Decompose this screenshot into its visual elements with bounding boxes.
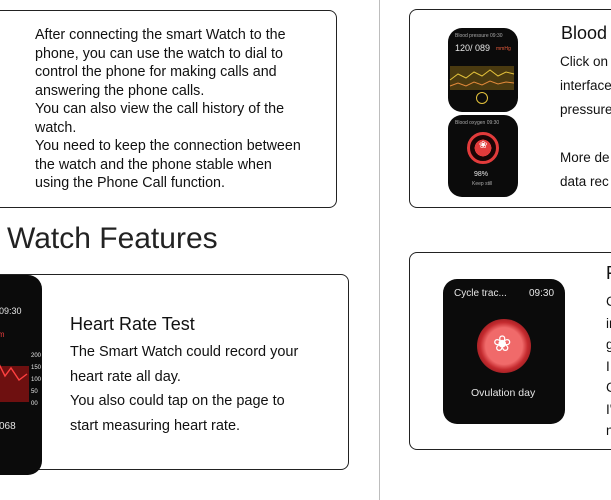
text-line: You can also view the call history of th…: [35, 101, 285, 117]
text-line: answering the phone calls.: [35, 82, 205, 99]
text-line: g: [606, 337, 611, 352]
blood-pressure-watch-image: Blood pressure 09:30 120/ 089 mmHg: [448, 28, 518, 112]
watch-label: Blood pressure 09:30: [455, 33, 503, 39]
text-line: The Smart Watch could record your: [70, 344, 299, 360]
text-line: [560, 122, 611, 146]
blood-title: Blood: [561, 23, 608, 43]
text-line: Click on: [560, 54, 609, 69]
heart-rate-description: The Smart Watch could record your heart …: [70, 340, 298, 438]
heart-rate-reading: 068: [0, 421, 16, 432]
text-line: I': [606, 401, 611, 417]
text-line: interface: [560, 78, 611, 93]
cycle-title: F: [606, 263, 611, 284]
pressure-unit: mmHg: [496, 46, 511, 52]
text-line: You need to keep the connection between: [35, 138, 301, 154]
page-divider: [379, 0, 380, 500]
text-line: pressure: [560, 102, 611, 117]
heart-rate-box: 09:30 bpm 200 150 100 50 00 ♥ 068 Heart …: [0, 274, 349, 475]
section-heading: Watch Features: [7, 222, 218, 255]
refresh-icon: [476, 92, 488, 104]
cycle-description: C in g I C I' n: [606, 291, 611, 442]
text-line: the watch and the phone stable when: [35, 156, 272, 173]
drop-icon: ❀: [479, 140, 488, 151]
cycle-status: Ovulation day: [471, 387, 536, 399]
text-line: After connecting the smart Watch to the: [35, 27, 286, 43]
blood-oxygen-watch-image: Blood oxygen 09:30 ❀ 98% Keep still: [448, 115, 518, 197]
text-line: control the phone for making calls and: [35, 64, 277, 80]
cycle-watch-image: Cycle trac... 09:30 ❀ Ovulation day: [443, 279, 565, 424]
watch-time: 09:30: [529, 288, 555, 299]
pressure-reading: 120/ 089: [455, 43, 491, 53]
blood-description: Click on interface pressure More de data…: [560, 50, 611, 194]
heart-rate-title: Heart Rate Test: [70, 314, 195, 334]
oxygen-status: Keep still: [472, 181, 493, 187]
text-line: data rec: [560, 174, 609, 189]
oxygen-percent: 98%: [474, 171, 489, 178]
lotus-icon: ❀: [493, 331, 512, 356]
watch-label: Cycle trac...: [454, 288, 507, 299]
cycle-tracking-box: Cycle trac... 09:30 ❀ Ovulation day F C …: [409, 252, 611, 450]
heart-rate-watch-image: 09:30 bpm 200 150 100 50 00 ♥ 068: [0, 275, 42, 475]
text-line: I: [606, 358, 610, 374]
heart-rate-graph: [0, 364, 29, 402]
scale-200: 200: [31, 353, 42, 359]
text-line: C: [606, 380, 611, 395]
scale-50: 50: [31, 389, 38, 395]
watch-time: 09:30: [0, 306, 22, 316]
watch-label: Blood oxygen 09:30: [455, 120, 500, 126]
text-line: using the Phone Call function.: [35, 175, 225, 191]
scale-00: 00: [31, 401, 38, 407]
text-line: start measuring heart rate.: [70, 417, 241, 434]
pressure-graph: [449, 66, 515, 90]
scale-150: 150: [31, 365, 42, 371]
scale-100: 100: [31, 377, 42, 383]
text-line: phone, you can use the watch to dial to: [35, 45, 283, 62]
text-line: n: [606, 423, 611, 438]
text-line: C: [606, 294, 611, 309]
phone-call-box: After connecting the smart Watch to the …: [0, 10, 337, 208]
text-line: You also could tap on the page to: [70, 393, 285, 409]
text-line: in: [606, 315, 611, 331]
text-line: watch.: [35, 119, 77, 136]
phone-call-description: After connecting the smart Watch to the …: [35, 26, 301, 193]
blood-box: Blood pressure 09:30 120/ 089 mmHg Blood…: [409, 9, 611, 208]
text-line: More de: [560, 150, 610, 165]
text-line: heart rate all day.: [70, 368, 181, 385]
